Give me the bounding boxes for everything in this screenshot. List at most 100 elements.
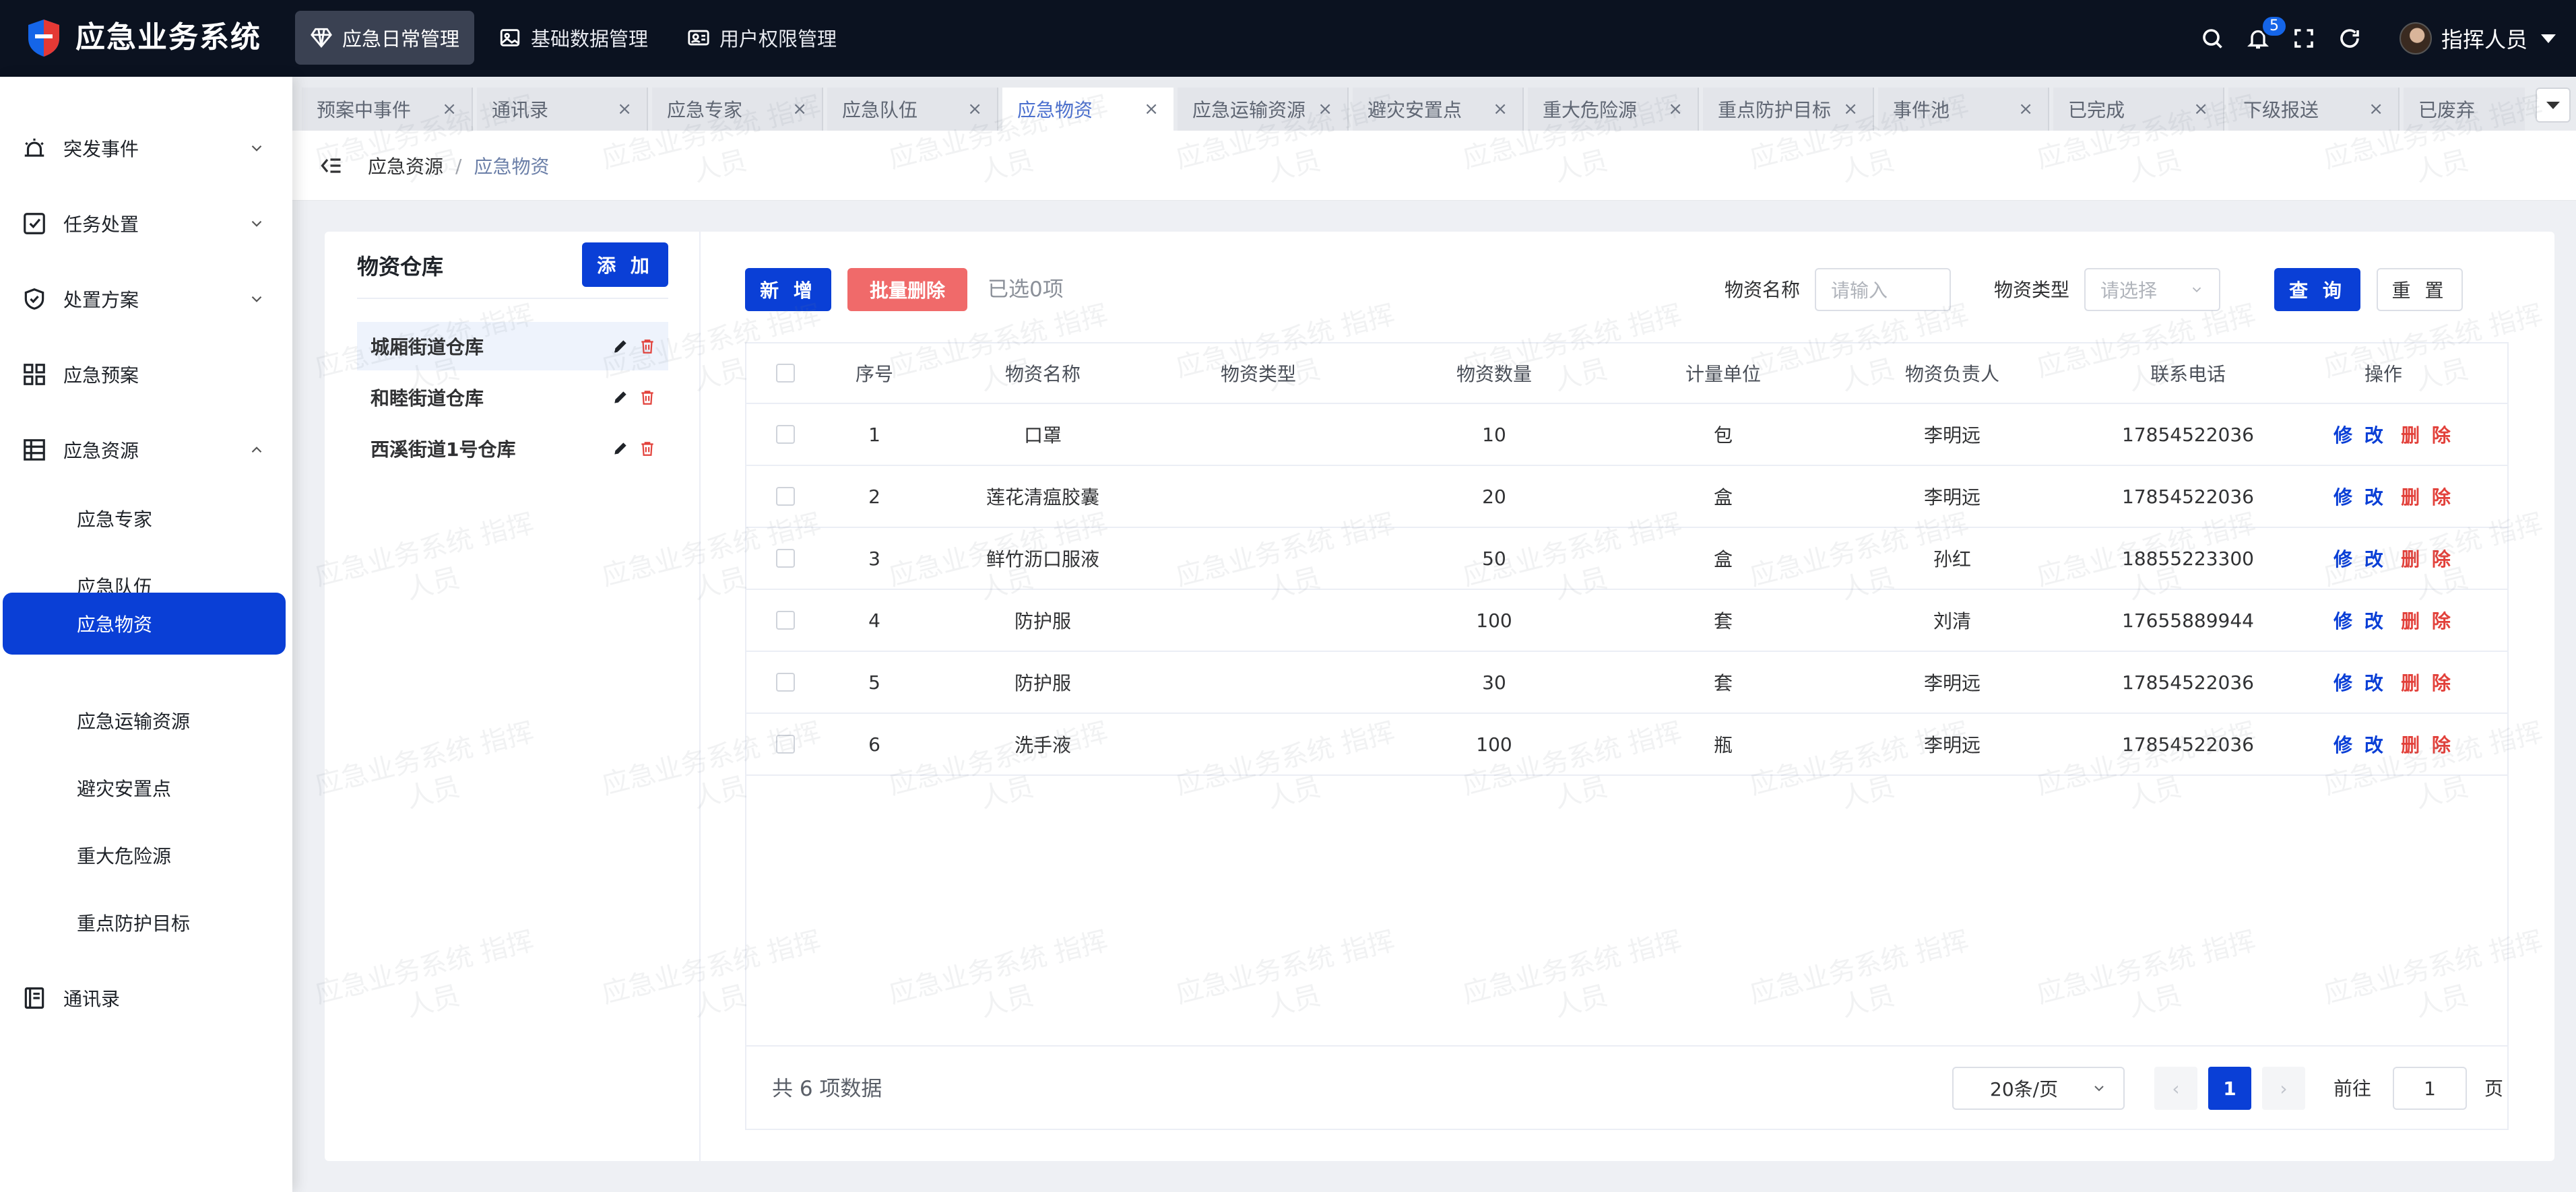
page-number-current[interactable]: 1: [2208, 1067, 2251, 1110]
row-checkbox[interactable]: [776, 425, 795, 444]
cell-no: 6: [868, 733, 880, 756]
row-checkbox[interactable]: [776, 611, 795, 630]
close-icon[interactable]: ×: [1144, 99, 1159, 119]
next-page-button[interactable]: ›: [2262, 1067, 2305, 1110]
row-checkbox[interactable]: [776, 735, 795, 754]
batch-delete-button[interactable]: 批量删除: [847, 268, 967, 311]
sidebar-item-emergencies[interactable]: 突发事件: [0, 114, 292, 182]
edit-link[interactable]: 修 改: [2333, 731, 2387, 758]
cell-name: 防护服: [1014, 672, 1071, 694]
close-icon[interactable]: ×: [617, 99, 632, 119]
edit-link[interactable]: 修 改: [2333, 545, 2387, 572]
sidebar-subitem-shelters[interactable]: 避灾安置点: [0, 757, 292, 819]
delete-link[interactable]: 删 除: [2400, 483, 2454, 510]
tab-more-button[interactable]: [2536, 88, 2571, 123]
sidebar-item-tasks[interactable]: 任务处置: [0, 190, 292, 257]
grid-icon: [24, 364, 45, 385]
row-checkbox[interactable]: [776, 673, 795, 692]
prev-page-button[interactable]: ‹: [2154, 1067, 2197, 1110]
edit-link[interactable]: 修 改: [2333, 669, 2387, 696]
delete-link[interactable]: 删 除: [2400, 607, 2454, 634]
tab-plan-events[interactable]: 预案中事件 ×: [302, 88, 473, 131]
warehouse-item[interactable]: 和睦街道仓库: [357, 373, 668, 422]
query-button[interactable]: 查 询: [2274, 268, 2360, 311]
pencil-icon[interactable]: [612, 389, 629, 406]
sidebar-item-contingency[interactable]: 应急预案: [0, 341, 292, 408]
tab-transport[interactable]: 应急运输资源 ×: [1178, 88, 1349, 131]
delete-link[interactable]: 删 除: [2400, 731, 2454, 758]
edit-link[interactable]: 修 改: [2333, 607, 2387, 634]
cell-owner: 李明远: [1923, 424, 1981, 446]
warehouse-item[interactable]: 城厢街道仓库: [357, 322, 668, 370]
edit-link[interactable]: 修 改: [2333, 483, 2387, 510]
supply-type-select[interactable]: 请选择: [2084, 268, 2220, 311]
user-menu[interactable]: 指挥人员: [2373, 22, 2576, 55]
collapse-menu-icon[interactable]: [319, 154, 344, 178]
pencil-icon[interactable]: [612, 337, 629, 355]
edit-link[interactable]: 修 改: [2333, 421, 2387, 448]
sidebar-subitem-transport[interactable]: 应急运输资源: [0, 690, 292, 752]
tab-hazards[interactable]: 重大危险源 ×: [1528, 88, 1699, 131]
search-button[interactable]: [2189, 0, 2235, 77]
delete-link[interactable]: 删 除: [2400, 545, 2454, 572]
trash-icon[interactable]: [639, 440, 656, 457]
close-icon[interactable]: ×: [792, 99, 807, 119]
topnav-user-permissions[interactable]: 用户权限管理: [672, 11, 851, 65]
goto-page-input[interactable]: 1: [2393, 1067, 2467, 1110]
sidebar-item-resources[interactable]: 应急资源: [0, 416, 292, 484]
topnav-basic-data[interactable]: 基础数据管理: [484, 11, 663, 65]
page-size-select[interactable]: 20条/页: [1952, 1067, 2125, 1110]
add-warehouse-button[interactable]: 添 加: [582, 242, 668, 287]
pencil-icon[interactable]: [612, 440, 629, 457]
close-icon[interactable]: ×: [2369, 99, 2383, 119]
close-icon[interactable]: ×: [2018, 99, 2033, 119]
close-icon[interactable]: ×: [1318, 99, 1332, 119]
sidebar-subitem-experts[interactable]: 应急专家: [0, 488, 292, 550]
refresh-button[interactable]: [2327, 0, 2373, 77]
add-supply-button[interactable]: 新 增: [745, 268, 831, 311]
table-grid-icon: [24, 439, 45, 461]
select-all-checkbox[interactable]: [776, 364, 795, 383]
topnav-label: 应急日常管理: [342, 28, 460, 51]
tab-completed[interactable]: 已完成 ×: [2053, 88, 2224, 131]
chevron-down-icon: [2094, 1086, 2104, 1092]
close-icon[interactable]: ×: [1668, 99, 1683, 119]
sidebar-item-plans[interactable]: 处置方案: [0, 265, 292, 333]
fullscreen-button[interactable]: [2281, 0, 2327, 77]
topnav-daily-management[interactable]: 应急日常管理: [295, 11, 475, 65]
reset-button[interactable]: 重 置: [2377, 268, 2463, 311]
breadcrumb-parent[interactable]: 应急资源: [368, 152, 443, 179]
tab-supplies[interactable]: 应急物资 ×: [1002, 88, 1173, 131]
close-icon[interactable]: ×: [442, 99, 457, 119]
column-header: 物资名称: [1004, 363, 1081, 385]
sidebar-subitem-protection-targets[interactable]: 重点防护目标: [0, 892, 292, 954]
tab-discarded[interactable]: 已废弃: [2404, 88, 2525, 131]
topnav-label: 用户权限管理: [719, 28, 837, 51]
tab-shelters[interactable]: 避灾安置点 ×: [1353, 88, 1524, 131]
trash-icon[interactable]: [639, 389, 656, 406]
delete-link[interactable]: 删 除: [2400, 421, 2454, 448]
cell-phone: 17655889944: [2122, 609, 2254, 632]
row-checkbox[interactable]: [776, 549, 795, 568]
trash-icon[interactable]: [639, 337, 656, 355]
tab-experts[interactable]: 应急专家 ×: [652, 88, 823, 131]
notification-button[interactable]: 5: [2235, 0, 2288, 77]
tab-event-pool[interactable]: 事件池 ×: [1878, 88, 2049, 131]
column-header: 计量单位: [1685, 363, 1761, 385]
close-icon[interactable]: ×: [1493, 99, 1508, 119]
supply-name-input[interactable]: 请输入: [1815, 268, 1951, 311]
sidebar-item-contacts[interactable]: 通讯录: [0, 964, 292, 1032]
cell-name: 莲花清瘟胶囊: [986, 486, 1099, 508]
close-icon[interactable]: ×: [1843, 99, 1858, 119]
tab-protection-targets[interactable]: 重点防护目标 ×: [1703, 88, 1874, 131]
close-icon[interactable]: ×: [967, 99, 982, 119]
tab-teams[interactable]: 应急队伍 ×: [827, 88, 998, 131]
close-icon[interactable]: ×: [2193, 99, 2208, 119]
tab-subordinate-reports[interactable]: 下级报送 ×: [2228, 88, 2400, 131]
warehouse-item[interactable]: 西溪街道1号仓库: [357, 424, 668, 473]
sidebar-subitem-supplies[interactable]: 应急物资: [3, 593, 286, 655]
sidebar-subitem-hazards[interactable]: 重大危险源: [0, 824, 292, 886]
row-checkbox[interactable]: [776, 487, 795, 506]
tab-contacts[interactable]: 通讯录 ×: [477, 88, 648, 131]
delete-link[interactable]: 删 除: [2400, 669, 2454, 696]
